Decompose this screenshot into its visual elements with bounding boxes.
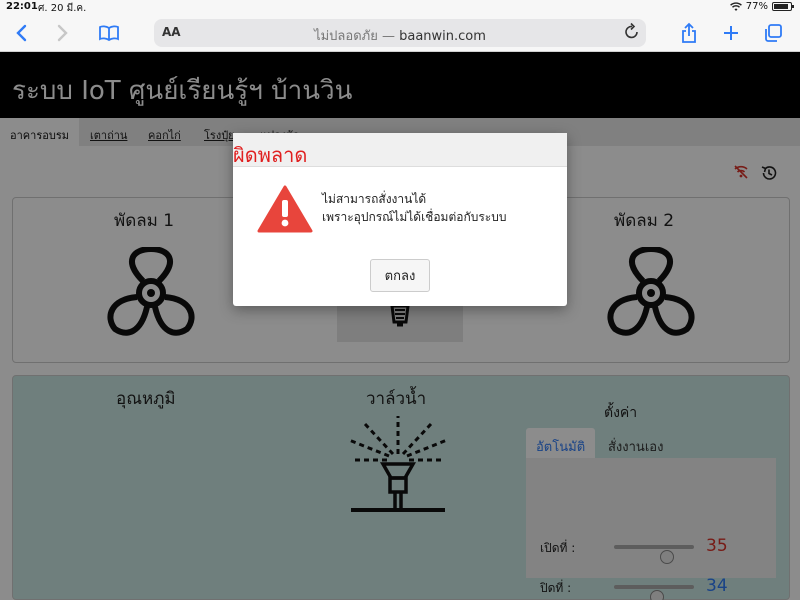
status-time: 22:01	[6, 1, 38, 12]
status-bar: 22:01 ศ. 20 มี.ค. 77%	[0, 0, 800, 14]
url-host: baanwin.com	[399, 29, 486, 44]
dialog-message-line1: ไม่สามารถสั่งงานได้	[322, 192, 427, 206]
reload-icon[interactable]	[624, 22, 640, 44]
wifi-icon	[729, 1, 742, 11]
chevron-left-icon[interactable]	[8, 20, 34, 46]
chevron-right-icon[interactable]	[50, 20, 76, 46]
url-insecure-label: ไม่ปลอดภัย —	[314, 29, 395, 44]
tabs-icon[interactable]	[760, 20, 786, 46]
browser-toolbar: AA ไม่ปลอดภัย — baanwin.com	[0, 14, 800, 52]
url-text: ไม่ปลอดภัย — baanwin.com	[154, 25, 646, 46]
ok-button[interactable]: ตกลง	[370, 259, 430, 292]
battery-icon	[772, 2, 794, 11]
warning-icon	[257, 185, 313, 233]
plus-icon[interactable]	[718, 20, 744, 46]
dialog-title: ผิดพลาด	[233, 143, 308, 167]
address-bar[interactable]: AA ไม่ปลอดภัย — baanwin.com	[154, 19, 646, 47]
book-icon[interactable]	[96, 20, 122, 46]
dialog-message-line2: เพราะอุปกรณ์ไม่ได้เชื่อมต่อกับระบบ	[322, 210, 507, 224]
dialog-message: ไม่สามารถสั่งงานได้ เพราะอุปกรณ์ไม่ได้เช…	[322, 190, 562, 226]
status-right: 77%	[729, 1, 794, 12]
share-icon[interactable]	[676, 20, 702, 46]
battery-percent: 77%	[745, 1, 768, 12]
dialog-header: ผิดพลาด	[233, 133, 567, 167]
error-dialog: ผิดพลาด ไม่สามารถสั่งงานได้ เพราะอุปกรณ์…	[233, 133, 567, 306]
